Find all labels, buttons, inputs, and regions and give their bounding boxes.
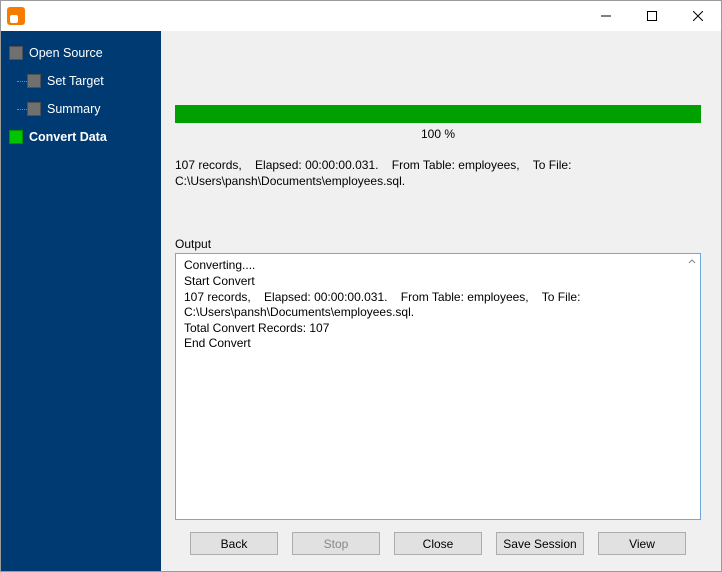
progress-percent: 100 % <box>175 127 701 141</box>
step-label: Summary <box>47 102 100 116</box>
output-textarea[interactable] <box>182 256 694 517</box>
step-convert-data[interactable]: Convert Data <box>9 123 155 151</box>
content-panel: 100 % 107 records, Elapsed: 00:00:00.031… <box>161 31 721 571</box>
step-label: Open Source <box>29 46 103 60</box>
close-window-button[interactable] <box>675 1 721 31</box>
maximize-icon <box>647 11 657 21</box>
view-button[interactable]: View <box>598 532 686 555</box>
titlebar <box>1 1 721 31</box>
close-icon <box>693 11 703 21</box>
step-box-icon <box>27 74 41 88</box>
step-box-icon <box>27 102 41 116</box>
step-label: Set Target <box>47 74 104 88</box>
minimize-button[interactable] <box>583 1 629 31</box>
progress-section: 100 % <box>175 105 701 141</box>
output-box <box>175 253 701 520</box>
button-row: Back Stop Close Save Session View <box>175 520 701 561</box>
stop-button: Stop <box>292 532 380 555</box>
step-set-target[interactable]: Set Target <box>27 67 155 95</box>
body-area: Open Source Set Target Summary Convert D… <box>1 31 721 571</box>
back-button[interactable]: Back <box>190 532 278 555</box>
app-icon <box>7 7 25 25</box>
scroll-up-icon[interactable] <box>686 256 698 268</box>
close-button[interactable]: Close <box>394 532 482 555</box>
step-open-source[interactable]: Open Source <box>9 39 155 67</box>
save-session-button[interactable]: Save Session <box>496 532 584 555</box>
step-summary[interactable]: Summary <box>27 95 155 123</box>
minimize-icon <box>601 11 611 21</box>
step-box-icon <box>9 46 23 60</box>
conversion-summary: 107 records, Elapsed: 00:00:00.031. From… <box>175 157 701 189</box>
progress-bar <box>175 105 701 123</box>
wizard-sidebar: Open Source Set Target Summary Convert D… <box>1 31 161 571</box>
step-label: Convert Data <box>29 130 107 144</box>
output-label: Output <box>175 237 701 251</box>
maximize-button[interactable] <box>629 1 675 31</box>
app-window: Open Source Set Target Summary Convert D… <box>0 0 722 572</box>
step-box-icon <box>9 130 23 144</box>
